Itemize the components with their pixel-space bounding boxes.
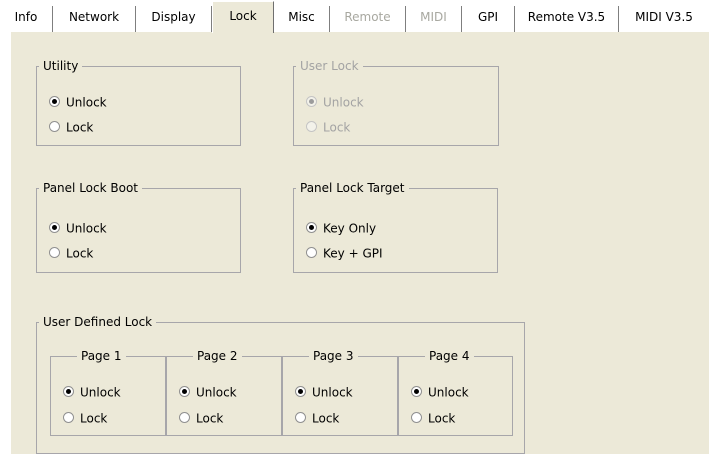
radio-label: Lock — [196, 411, 224, 426]
page-3-title: Page 3 — [313, 349, 354, 363]
page-2-unlock-radio[interactable]: Unlock — [179, 383, 237, 401]
tab-bar: Info Network Display Lock Misc Remote MI… — [0, 0, 709, 33]
radio-label: Unlock — [312, 385, 353, 400]
panel-lock-target-key-gpi-radio[interactable]: Key + GPI — [306, 244, 383, 262]
utility-unlock-radio[interactable]: Unlock — [49, 93, 107, 111]
page-2-lock-radio[interactable]: Lock — [179, 409, 223, 427]
radio-label: Lock — [312, 411, 340, 426]
radio-unselected-icon — [306, 247, 317, 258]
radio-label: Lock — [80, 411, 108, 426]
user-defined-lock-group-title: User Defined Lock — [43, 315, 153, 329]
radio-label: Unlock — [323, 95, 364, 110]
radio-label: Key Only — [323, 221, 377, 236]
utility-group-title: Utility — [43, 59, 79, 73]
lock-tab-panel: Utility Unlock Lock User Lock Unlock Loc… — [10, 32, 709, 454]
page-4-group: Page 4 Unlock Lock — [398, 349, 513, 436]
panel-lock-target-group: Panel Lock Target Key Only Key + GPI — [293, 181, 498, 273]
radio-label: Lock — [428, 411, 456, 426]
page-2-group: Page 2 Unlock Lock — [166, 349, 282, 436]
radio-label: Lock — [66, 246, 94, 261]
radio-label: Unlock — [428, 385, 469, 400]
radio-label: Lock — [323, 120, 351, 135]
page-4-unlock-radio[interactable]: Unlock — [411, 383, 469, 401]
page-3-lock-radio[interactable]: Lock — [295, 409, 339, 427]
user-lock-lock-radio[interactable]: Lock — [306, 118, 350, 136]
page-3-unlock-radio[interactable]: Unlock — [295, 383, 353, 401]
tab-misc[interactable]: Misc — [274, 6, 330, 32]
page-1-lock-radio[interactable]: Lock — [63, 409, 107, 427]
radio-label: Unlock — [80, 385, 121, 400]
utility-group: Utility Unlock Lock — [36, 59, 241, 146]
tab-remote[interactable]: Remote — [330, 6, 406, 32]
tab-midi-v35[interactable]: MIDI V3.5 — [619, 6, 709, 32]
user-lock-unlock-radio[interactable]: Unlock — [306, 93, 364, 111]
panel-lock-boot-group-title: Panel Lock Boot — [43, 181, 138, 195]
page-1-unlock-radio[interactable]: Unlock — [63, 383, 121, 401]
tab-display[interactable]: Display — [136, 6, 212, 32]
tab-gpi[interactable]: GPI — [462, 6, 515, 32]
panel-lock-target-group-title: Panel Lock Target — [300, 181, 405, 195]
radio-label: Key + GPI — [323, 246, 383, 261]
radio-unselected-icon — [63, 412, 74, 423]
radio-selected-icon — [179, 386, 190, 397]
panel-lock-boot-unlock-radio[interactable]: Unlock — [49, 219, 107, 237]
radio-selected-icon — [49, 96, 60, 107]
radio-selected-icon — [295, 386, 306, 397]
tab-network[interactable]: Network — [53, 6, 136, 32]
radio-unselected-icon — [306, 121, 317, 132]
user-lock-group-title: User Lock — [300, 59, 359, 73]
radio-selected-icon — [49, 222, 60, 233]
radio-selected-icon — [306, 222, 317, 233]
radio-unselected-icon — [49, 247, 60, 258]
panel-lock-target-key-only-radio[interactable]: Key Only — [306, 219, 376, 237]
page-1-title: Page 1 — [81, 349, 122, 363]
tab-info[interactable]: Info — [0, 6, 53, 32]
user-lock-group: User Lock Unlock Lock — [293, 59, 499, 146]
radio-selected-icon — [63, 386, 74, 397]
radio-unselected-icon — [179, 412, 190, 423]
tab-remote-v35[interactable]: Remote V3.5 — [515, 6, 619, 32]
radio-label: Unlock — [66, 95, 107, 110]
page-4-title: Page 4 — [429, 349, 470, 363]
radio-label: Unlock — [196, 385, 237, 400]
radio-label: Unlock — [66, 221, 107, 236]
tab-midi[interactable]: MIDI — [406, 6, 462, 32]
page-1-group: Page 1 Unlock Lock — [50, 349, 166, 436]
radio-unselected-icon — [411, 412, 422, 423]
page-2-title: Page 2 — [197, 349, 238, 363]
radio-label: Lock — [66, 120, 94, 135]
radio-unselected-icon — [49, 121, 60, 132]
page-4-lock-radio[interactable]: Lock — [411, 409, 455, 427]
radio-selected-icon — [411, 386, 422, 397]
panel-lock-boot-lock-radio[interactable]: Lock — [49, 244, 93, 262]
utility-lock-radio[interactable]: Lock — [49, 118, 93, 136]
tab-lock[interactable]: Lock — [212, 1, 274, 33]
radio-selected-icon — [306, 96, 317, 107]
panel-lock-boot-group: Panel Lock Boot Unlock Lock — [36, 181, 241, 273]
radio-unselected-icon — [295, 412, 306, 423]
user-defined-lock-group: User Defined Lock Page 1 Unlock Lock Pag… — [36, 315, 525, 454]
page-3-group: Page 3 Unlock Lock — [282, 349, 398, 436]
